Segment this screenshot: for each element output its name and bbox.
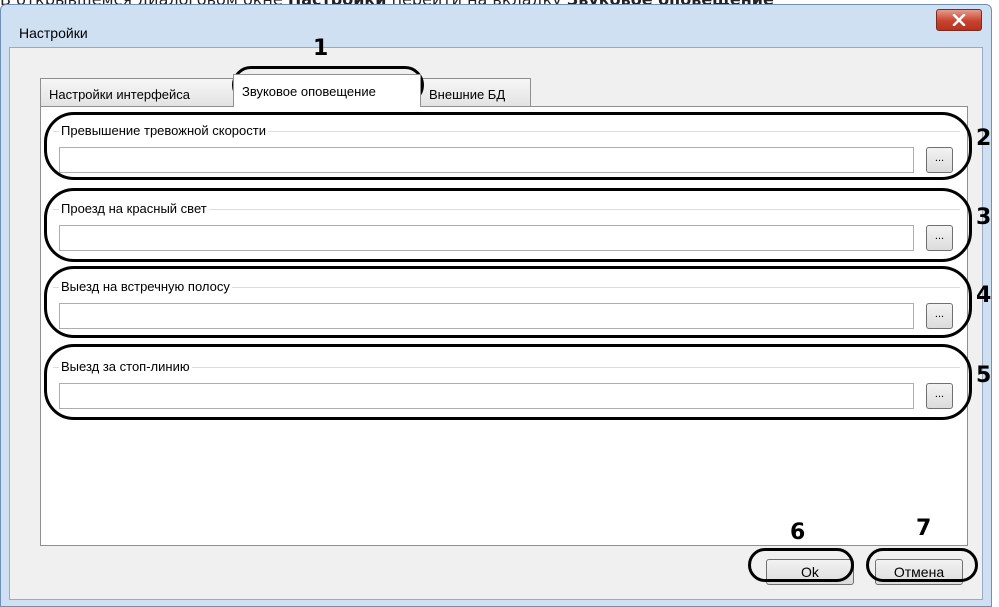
- group-label: Превышение тревожной скорости: [59, 123, 268, 139]
- tab-sound-notification[interactable]: Звуковое оповещение: [233, 74, 421, 107]
- tab-external-db[interactable]: Внешние БД: [420, 78, 531, 106]
- group-label: Проезд на красный свет: [59, 201, 209, 217]
- annotation-number: 2: [976, 126, 992, 151]
- group-label: Выезд за стоп-линию: [59, 359, 192, 375]
- stop-line-sound-field[interactable]: [59, 383, 914, 409]
- sound-notification-panel: Превышение тревожной скорости ... Проезд…: [40, 106, 968, 546]
- annotation-number: 5: [976, 363, 992, 388]
- title-bar: Настройки: [1, 5, 991, 47]
- annotation-number: 7: [916, 516, 932, 541]
- annotation-number: 4: [976, 283, 992, 308]
- tab-interface-settings[interactable]: Настройки интерфейса: [40, 78, 234, 106]
- annotation-number: 3: [976, 205, 992, 230]
- group-oncoming-lane: Выезд на встречную полосу ...: [53, 279, 960, 337]
- close-button[interactable]: [936, 9, 982, 31]
- browse-button[interactable]: ...: [926, 303, 953, 329]
- settings-dialog: Настройки Настройки интерфейса Звуковое …: [0, 4, 992, 607]
- group-stop-line: Выезд за стоп-линию ...: [53, 359, 960, 417]
- cancel-button[interactable]: Отмена: [875, 559, 963, 585]
- alarm-speed-sound-field[interactable]: [59, 147, 914, 173]
- group-red-light: Проезд на красный свет ...: [53, 201, 960, 259]
- ok-button[interactable]: Ok: [766, 559, 854, 585]
- browse-button[interactable]: ...: [926, 147, 953, 173]
- oncoming-lane-sound-field[interactable]: [59, 303, 914, 329]
- dialog-client-area: Настройки интерфейса Звуковое оповещение…: [9, 47, 983, 600]
- annotation-number: 6: [790, 520, 806, 545]
- browse-button[interactable]: ...: [926, 225, 953, 251]
- close-x-icon: [952, 14, 966, 26]
- browse-button[interactable]: ...: [926, 383, 953, 409]
- group-label: Выезд на встречную полосу: [59, 279, 232, 295]
- red-light-sound-field[interactable]: [59, 225, 914, 251]
- group-alarm-speed: Превышение тревожной скорости ...: [53, 123, 960, 181]
- annotation-number: 1: [313, 36, 329, 61]
- window-title: Настройки: [19, 25, 88, 41]
